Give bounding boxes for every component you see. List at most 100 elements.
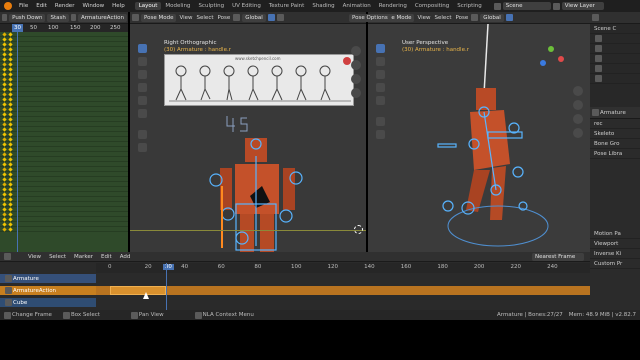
menu-pose[interactable]: Pose (216, 15, 233, 21)
tab-animation[interactable]: Animation (339, 2, 375, 10)
keyframe-icon[interactable] (2, 106, 7, 112)
keyframe-icon[interactable] (2, 61, 7, 67)
keyframe-icon[interactable] (2, 96, 7, 102)
menu-window[interactable]: Window (78, 3, 108, 9)
menu-marker[interactable]: Marker (70, 254, 97, 260)
keyframe-icon[interactable] (8, 161, 13, 167)
keyframe-icon[interactable] (2, 221, 7, 227)
transform-orientation[interactable]: Global (242, 13, 266, 22)
keyframe-icon[interactable] (2, 181, 7, 187)
keyframe-icon[interactable] (2, 136, 7, 142)
menu-view[interactable]: View (415, 15, 432, 21)
dopesheet-current-frame[interactable]: 30 (12, 24, 23, 32)
keyframe-icon[interactable] (8, 191, 13, 197)
viewport-left[interactable]: Right Orthographic (30) Armature : handl… (130, 24, 366, 252)
prop-row[interactable]: Skeleto (590, 129, 640, 139)
keyframe-icon[interactable] (8, 126, 13, 132)
keyframe-icon[interactable] (2, 66, 7, 72)
keyframe-icon[interactable] (8, 166, 13, 172)
measure-tool-icon[interactable] (375, 130, 385, 139)
proportional-icon[interactable] (276, 14, 284, 21)
keyframe-icon[interactable] (2, 216, 7, 222)
tab-scripting[interactable]: Scripting (453, 2, 485, 10)
keyframe-icon[interactable] (8, 201, 13, 207)
keyframe-icon[interactable] (2, 91, 7, 97)
keyframe-icon[interactable] (2, 46, 7, 52)
tab-shading[interactable]: Shading (308, 2, 338, 10)
prop-row[interactable]: Bone Gro (590, 139, 640, 149)
keyframe-icon[interactable] (8, 56, 13, 62)
keyframe-icon[interactable] (8, 211, 13, 217)
camera-icon[interactable] (573, 114, 583, 124)
keyframe-icon[interactable] (8, 151, 13, 157)
keyframe-icon[interactable] (8, 181, 13, 187)
menu-select[interactable]: Select (433, 15, 454, 21)
keyframe-icon[interactable] (8, 146, 13, 152)
nla-track-armature[interactable]: Armature (0, 274, 96, 283)
prop-row[interactable]: Pose Libra (590, 149, 640, 159)
editor-type-icon[interactable] (2, 14, 8, 21)
snap-icon[interactable] (267, 14, 275, 21)
keyframe-icon[interactable] (8, 41, 13, 47)
keyframe-icon[interactable] (2, 126, 7, 132)
keyframe-icon[interactable] (8, 136, 13, 142)
keyframe-icon[interactable] (2, 211, 7, 217)
keyframe-icon[interactable] (2, 226, 7, 232)
keyframe-icon[interactable] (8, 186, 13, 192)
orientation-icon[interactable] (233, 14, 241, 21)
x-axis-icon[interactable] (558, 56, 564, 62)
keyframe-icon[interactable] (8, 121, 13, 127)
keyframe-icon[interactable] (8, 96, 13, 102)
keyframe-icon[interactable] (8, 106, 13, 112)
prop-row[interactable]: Inverse Ki (590, 249, 640, 259)
move-tool-icon[interactable] (137, 70, 147, 79)
scene-selector[interactable]: Scene (502, 2, 551, 10)
axis-gizmo[interactable] (538, 46, 568, 76)
outliner-item[interactable] (590, 34, 640, 44)
nla-ruler[interactable]: 0 20 30 40 60 80 100 120 140 160 180 200 220 240 (96, 263, 590, 273)
keyframe-icon[interactable] (8, 176, 13, 182)
menu-help[interactable]: Help (108, 3, 129, 9)
keyframe-icon[interactable] (2, 56, 7, 62)
dopesheet-channel-row[interactable] (0, 226, 128, 232)
keyframe-icon[interactable] (2, 111, 7, 117)
keyframe-icon[interactable] (2, 36, 7, 42)
keyframe-icon[interactable] (2, 191, 7, 197)
outliner-item[interactable] (590, 74, 640, 84)
prop-row[interactable]: Custom Pr (590, 259, 640, 269)
tab-layout[interactable]: Layout (134, 2, 162, 10)
keyframe-icon[interactable] (8, 141, 13, 147)
dopesheet-ruler[interactable]: 30 50 100 150 200 250 (0, 24, 128, 32)
action-selector[interactable]: ArmatureAction (77, 13, 127, 22)
mode-selector[interactable]: Pose Mode (141, 13, 177, 22)
camera-icon[interactable] (351, 74, 361, 84)
keyframe-icon[interactable] (2, 156, 7, 162)
tab-modeling[interactable]: Modeling (161, 2, 194, 10)
zoom-icon[interactable] (573, 86, 583, 96)
annotate-tool-icon[interactable] (375, 117, 385, 126)
grid-icon[interactable] (573, 128, 583, 138)
keyframe-icon[interactable] (2, 41, 7, 47)
keyframe-icon[interactable] (2, 131, 7, 137)
select-tool-icon[interactable] (375, 44, 385, 53)
snap-mode-selector[interactable]: Nearest Frame (532, 252, 584, 261)
nla-current-frame[interactable]: 30 (162, 264, 174, 270)
keyframe-icon[interactable] (8, 131, 13, 137)
keyframe-icon[interactable] (2, 141, 7, 147)
nla-action-strip[interactable] (96, 286, 590, 295)
keyframe-icon[interactable] (2, 121, 7, 127)
menu-add[interactable]: Add (116, 254, 135, 260)
keyframe-icon[interactable] (2, 176, 7, 182)
keyframe-icon[interactable] (8, 51, 13, 57)
tab-rendering[interactable]: Rendering (375, 2, 411, 10)
cursor-tool-icon[interactable] (137, 57, 147, 66)
pan-icon[interactable] (573, 100, 583, 110)
keyframe-icon[interactable] (2, 51, 7, 57)
select-tool-icon[interactable] (137, 44, 147, 53)
keyframe-icon[interactable] (8, 76, 13, 82)
keyframe-icon[interactable] (8, 221, 13, 227)
outliner-item[interactable] (590, 64, 640, 74)
editor-type-icon[interactable] (132, 14, 139, 21)
keyframe-icon[interactable] (2, 206, 7, 212)
keyframe-icon[interactable] (2, 71, 7, 77)
